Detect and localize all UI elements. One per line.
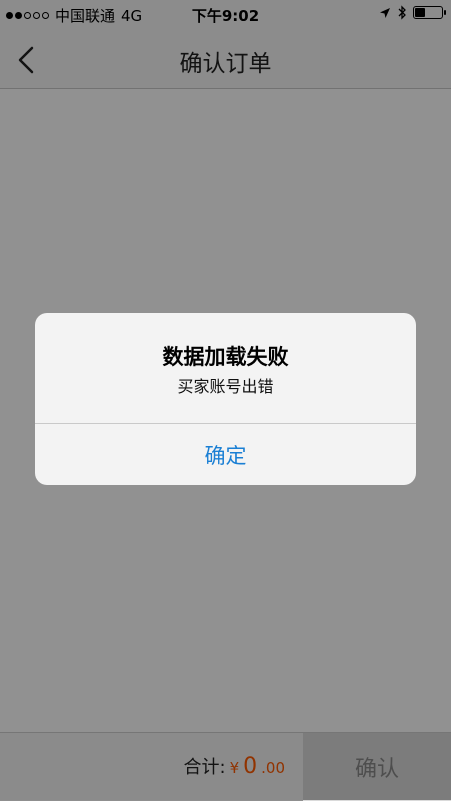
alert-message: 买家账号出错 <box>177 377 274 396</box>
alert-ok-button[interactable]: 确定 <box>35 424 416 485</box>
alert-title: 数据加载失败 <box>162 345 289 369</box>
error-alert-dialog: 数据加载失败 买家账号出错 确定 <box>35 313 416 485</box>
